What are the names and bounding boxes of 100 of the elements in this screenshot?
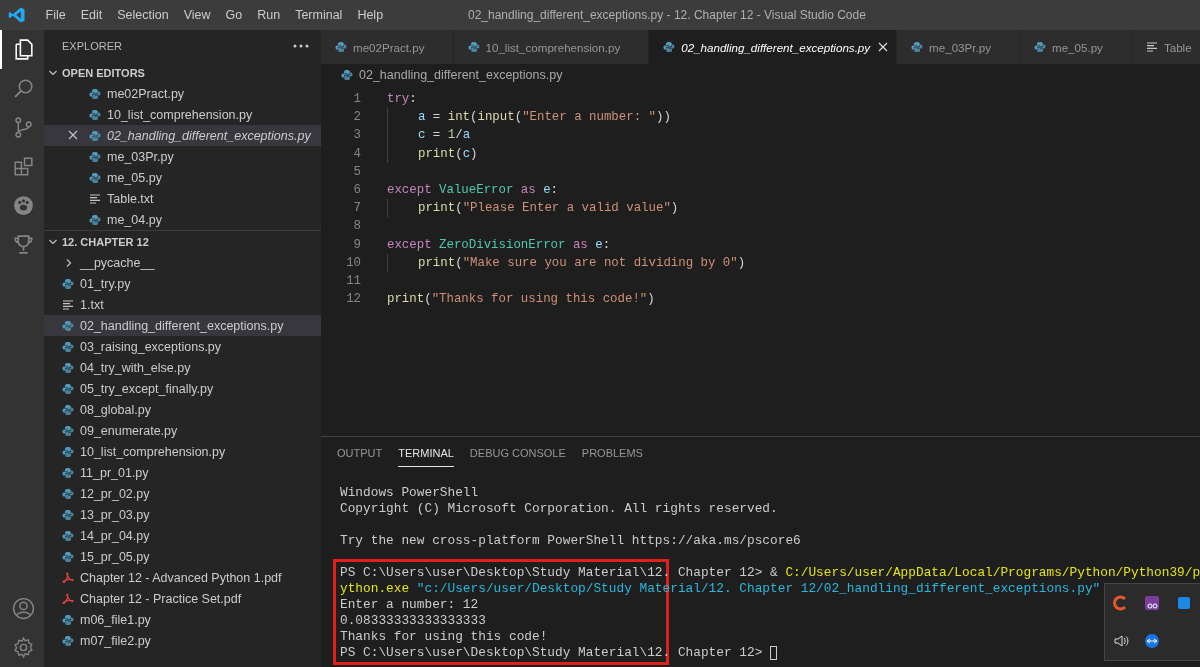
menu-item[interactable]: View (176, 8, 218, 22)
editor-tab[interactable]: 02_handling_different_exceptions.py (649, 30, 898, 64)
explorer-item[interactable]: Chapter 12 - Practice Set.pdf (44, 588, 321, 609)
open-editor-item[interactable]: me_04.py (44, 209, 321, 230)
speaker-icon[interactable] (1112, 633, 1129, 650)
menu-item[interactable]: File (38, 8, 74, 22)
editor-tab[interactable]: me_03Pr.py (897, 30, 1020, 64)
python-file-icon (62, 508, 74, 521)
line-number: 11 (345, 273, 361, 288)
panel-tab[interactable]: OUTPUT (337, 447, 383, 467)
close-icon[interactable] (68, 129, 78, 140)
section-header[interactable]: 12. CHAPTER 12 (62, 235, 149, 248)
section-header[interactable]: OPEN EDITORS (62, 66, 145, 79)
breadcrumb[interactable]: 02_handling_different_exceptions.py (359, 68, 563, 82)
line-number: 7 (352, 201, 361, 216)
python-file-icon (89, 108, 101, 121)
app-logo-icon (8, 6, 26, 24)
explorer-item[interactable]: Chapter 12 - Advanced Python 1.pdf (44, 567, 321, 588)
explorer-item[interactable]: 11_pr_01.py (44, 462, 321, 483)
python-file-icon (335, 41, 347, 53)
python-file-icon (467, 41, 480, 53)
python-file-icon (62, 466, 74, 479)
open-editor-item[interactable]: me02Pract.py (44, 83, 321, 104)
python-file-icon (341, 69, 353, 81)
python-file-icon (89, 213, 101, 226)
line-number: 4 (352, 146, 361, 161)
window-title: 02_handling_different_exceptions.py - 12. Chapter 12 - Visual Studio Code (468, 8, 866, 22)
python-file-icon (62, 445, 74, 458)
panel-tab[interactable]: TERMINAL (398, 447, 454, 467)
explorer-item[interactable]: 12_pr_02.py (44, 483, 321, 504)
menu-item[interactable]: Go (218, 8, 250, 22)
python-file-icon (62, 403, 74, 416)
menu-item[interactable]: Selection (109, 8, 177, 22)
python-file-icon (62, 529, 74, 542)
panel-tab[interactable]: DEBUG CONSOLE (469, 447, 566, 467)
editor-tab[interactable]: 10_list_comprehension.py (453, 30, 650, 64)
explorer-item[interactable]: 10_list_comprehension.py (44, 441, 321, 462)
open-editor-item[interactable]: Table.txt (44, 188, 321, 209)
panel-tab[interactable]: PROBLEMS (581, 447, 643, 467)
code-line: print("Thanks for using this code!") (387, 292, 655, 307)
explorer-item[interactable]: 05_try_except_finally.py (44, 378, 321, 399)
editor-tab[interactable]: Table (1131, 30, 1200, 64)
close-icon[interactable] (878, 42, 889, 52)
explorer-item[interactable]: 08_global.py (44, 399, 321, 420)
open-editor-item[interactable]: 02_handling_different_exceptions.py (44, 125, 321, 146)
explorer-item[interactable]: 15_pr_05.py (44, 546, 321, 567)
explorer-item[interactable]: 01_try.py (44, 273, 321, 294)
more-icon[interactable] (293, 43, 309, 49)
code-line: print(c) (418, 146, 478, 161)
menu-item[interactable]: Terminal (287, 8, 350, 22)
chevron-right-icon (64, 257, 74, 268)
explorer-item[interactable]: 1.txt (44, 294, 321, 315)
editor-tab[interactable]: me_05.py (1020, 30, 1132, 64)
menu-item[interactable]: Run (249, 8, 288, 22)
code-line: try: (387, 92, 417, 107)
terminal-line: Try the new cross-platform PowerShell https://aka.ms/pscore6 (340, 532, 801, 548)
menu-item[interactable]: Help (349, 8, 391, 22)
menu-item[interactable]: Edit (73, 8, 110, 22)
explorer-item[interactable]: m06_file1.py (44, 609, 321, 630)
python-file-icon (62, 340, 74, 353)
explorer-item[interactable]: 03_raising_exceptions.py (44, 336, 321, 357)
explorer-item[interactable]: 14_pr_04.py (44, 525, 321, 546)
open-editor-item[interactable]: me_03Pr.py (44, 146, 321, 167)
line-number: 2 (352, 110, 361, 125)
line-number: 5 (352, 164, 361, 179)
code-line: except ValueError as e: (387, 183, 559, 198)
ring-icon[interactable] (1112, 595, 1129, 612)
terminal-line: 0.08333333333333333 (340, 613, 486, 629)
remote-icon[interactable] (1144, 633, 1161, 650)
python-file-icon (89, 150, 101, 163)
pdf-icon (62, 571, 74, 584)
python-file-icon (62, 487, 74, 500)
explorer-item[interactable]: m07_file2.py (44, 630, 321, 651)
explorer-item[interactable]: 09_enumerate.py (44, 420, 321, 441)
explorer-item[interactable]: 04_try_with_else.py (44, 357, 321, 378)
python-file-icon (1034, 41, 1046, 53)
open-editor-item[interactable]: 10_list_comprehension.py (44, 104, 321, 125)
editor-tab[interactable]: me02Pract.py (321, 30, 454, 64)
code-line: print("Make sure you are not dividing by 0") (418, 255, 746, 270)
python-file-icon (62, 424, 74, 437)
explorer-item[interactable]: 02_handling_different_exceptions.py (44, 315, 321, 336)
line-number: 1 (352, 92, 361, 107)
lines-icon (89, 192, 101, 205)
python-file-icon (911, 41, 924, 53)
account-icon[interactable] (10, 596, 36, 621)
python-file-icon (62, 382, 74, 395)
line-number: 8 (352, 219, 361, 234)
open-editor-item[interactable]: me_05.py (44, 167, 321, 188)
sidebar-title: EXPLORER (62, 40, 122, 52)
line-number: 6 (352, 183, 361, 198)
python-file-icon (62, 613, 74, 626)
app-icon[interactable] (1176, 595, 1193, 612)
python-file-icon (89, 87, 101, 100)
lines-icon (1145, 41, 1158, 53)
code-line: print("Please Enter a valid value") (418, 201, 679, 216)
pdf-icon (62, 592, 74, 605)
line-number: 12 (345, 292, 361, 307)
explorer-item[interactable]: 13_pr_03.py (44, 504, 321, 525)
code-line: except ZeroDivisionError as e: (387, 237, 611, 252)
folder-item[interactable]: __pycache__ (44, 252, 321, 273)
